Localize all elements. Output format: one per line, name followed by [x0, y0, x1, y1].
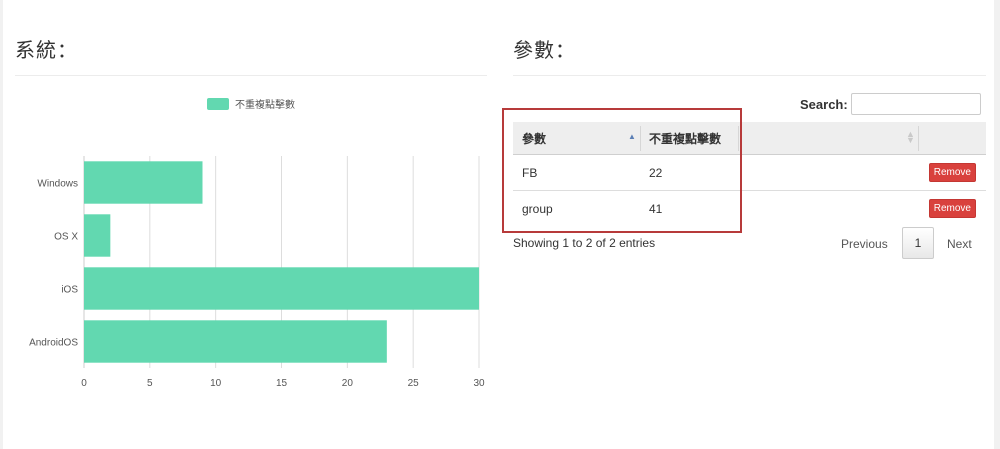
system-bar-chart: 不重複點擊數 0 5 10 15 20 25 30 Windows OS X iOS AndroidO… [29, 98, 485, 389]
y-tick-label: AndroidOS [29, 338, 78, 349]
pagination-previous[interactable]: Previous [841, 237, 888, 251]
params-table: 參數 ▲ 不重複點擊數 ▲ ▼ FB 22 Remove group 41 Rem… [513, 122, 986, 226]
params-panel-divider [513, 75, 986, 76]
column-header-action [918, 122, 986, 154]
right-edge [994, 0, 1000, 449]
system-panel-title: 系統： [15, 38, 78, 62]
system-panel-divider [15, 75, 487, 76]
cell-count: 22 [649, 165, 663, 180]
sort-both-icon: ▲ ▼ [906, 129, 915, 145]
bar-os-x [84, 214, 111, 257]
table-header: 參數 ▲ 不重複點擊數 ▲ ▼ [513, 122, 986, 155]
pagination-page-1[interactable]: 1 [902, 227, 934, 259]
column-header-count[interactable]: 不重複點擊數 [640, 122, 738, 154]
bar-ios [84, 267, 479, 310]
cell-action: Remove [918, 191, 986, 226]
legend-label: 不重複點擊數 [235, 98, 295, 111]
bar-windows [84, 161, 203, 204]
column-header-param[interactable]: 參數 [513, 122, 640, 154]
table-row: group 41 Remove [513, 191, 986, 226]
x-tick-label: 10 [210, 378, 222, 389]
pagination-next[interactable]: Next [947, 237, 972, 251]
search-label: Search: [800, 97, 848, 112]
remove-button[interactable]: Remove [928, 163, 976, 182]
legend-swatch [207, 98, 229, 110]
x-tick-label: 5 [147, 378, 153, 389]
params-panel-title: 參數： [513, 38, 576, 62]
sort-asc-icon: ▲ [628, 132, 636, 141]
x-tick-label: 0 [81, 378, 87, 389]
remove-button[interactable]: Remove [928, 199, 976, 218]
column-header-param-label: 參數 [522, 131, 547, 146]
table-info: Showing 1 to 2 of 2 entries [513, 236, 656, 250]
column-header-count-label: 不重複點擊數 [649, 131, 722, 146]
cell-count: 41 [649, 201, 663, 216]
x-tick-label: 25 [408, 378, 420, 389]
bar-androidos [84, 320, 387, 363]
x-tick-label: 20 [342, 378, 354, 389]
y-tick-label: iOS [61, 285, 78, 296]
cell-param: group [522, 201, 553, 216]
y-tick-label: OS X [54, 232, 78, 243]
y-tick-label: Windows [37, 179, 78, 190]
x-tick-label: 15 [276, 378, 288, 389]
search-input[interactable] [851, 93, 981, 115]
x-tick-label: 30 [473, 378, 485, 389]
column-header-blank[interactable] [738, 122, 918, 154]
table-row: FB 22 Remove [513, 155, 986, 191]
cell-blank [738, 155, 918, 190]
cell-action: Remove [918, 155, 986, 190]
cell-param: FB [522, 165, 538, 180]
cell-blank [738, 191, 918, 226]
